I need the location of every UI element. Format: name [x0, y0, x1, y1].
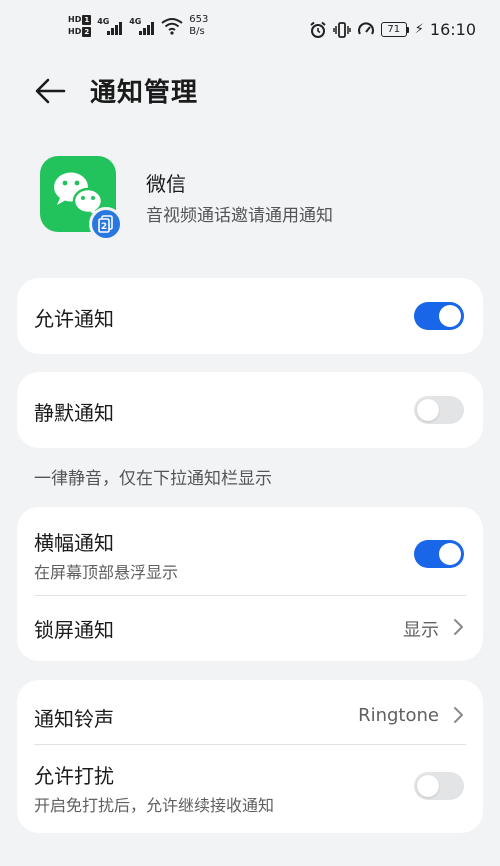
hd-number-1: 1 [82, 15, 92, 25]
network-speed: 653 B/s [189, 14, 208, 38]
hd-label-1: HD [68, 15, 82, 24]
banner-notifications-row[interactable]: 横幅通知 在屏幕顶部悬浮显示 [17, 507, 483, 595]
wifi-icon [161, 18, 183, 35]
silent-notifications-card: 静默通知 [17, 372, 483, 448]
header: 通知管理 [0, 62, 500, 120]
signal-icon-sim1: 4G [97, 15, 123, 37]
silent-notifications-note: 一律静音，仅在下拉通知栏显示 [34, 469, 272, 489]
app-description: 音视频通话邀请通用通知 [146, 206, 333, 226]
chevron-right-icon [454, 707, 463, 723]
battery-level: 71 [380, 22, 407, 37]
clock: 16:10 [429, 20, 476, 39]
clone-badge-number: 2 [101, 222, 107, 232]
allow-dnd-toggle[interactable] [414, 772, 464, 800]
lockscreen-notifications-row[interactable]: 锁屏通知 显示 [17, 596, 483, 661]
toggle-knob [439, 305, 461, 327]
app-name: 微信 [146, 172, 186, 196]
allow-notifications-row[interactable]: 允许通知 [17, 278, 483, 354]
app-info: 2 微信 音视频通话邀请通用通知 [0, 150, 500, 245]
toggle-knob [417, 775, 439, 797]
back-arrow-icon[interactable] [30, 74, 70, 108]
notification-ringtone-value: Ringtone [358, 705, 439, 726]
allow-notifications-card: 允许通知 [17, 278, 483, 354]
hd-indicator-1: HD 1 [68, 15, 92, 25]
alarm-icon [310, 21, 326, 38]
toggle-knob [439, 543, 461, 565]
chevron-right-icon [454, 619, 463, 635]
banner-notifications-toggle[interactable] [414, 540, 464, 568]
silent-notifications-row[interactable]: 静默通知 [17, 372, 483, 448]
network-speed-value: 653 [189, 14, 209, 25]
hd-number-2: 2 [82, 27, 92, 37]
allow-dnd-label: 允许打扰 [34, 764, 114, 788]
hd-indicators: HD 1 HD 2 [68, 15, 92, 37]
allow-dnd-sublabel: 开启免打扰后，允许继续接收通知 [34, 796, 275, 815]
sound-settings-card: 通知铃声 Ringtone 允许打扰 开启免打扰后，允许继续接收通知 [17, 680, 483, 833]
page-title: 通知管理 [90, 78, 199, 108]
status-bar-right: 71 ⚡ 16:10 [309, 20, 476, 39]
signal-icon-sim2: 4G [129, 15, 155, 37]
allow-notifications-toggle[interactable] [414, 302, 464, 330]
allow-notifications-label: 允许通知 [34, 307, 114, 331]
battery-icon: 71 [380, 22, 409, 37]
hd-label-2: HD [68, 27, 82, 36]
notification-ringtone-row[interactable]: 通知铃声 Ringtone [17, 680, 483, 744]
app-clone-badge: 2 [89, 207, 123, 241]
lockscreen-notifications-value: 显示 [403, 620, 439, 641]
performance-icon [357, 21, 374, 35]
notification-ringtone-label: 通知铃声 [34, 707, 114, 731]
toggle-knob [417, 399, 439, 421]
silent-notifications-toggle[interactable] [414, 396, 464, 424]
display-settings-card: 横幅通知 在屏幕顶部悬浮显示 锁屏通知 显示 [17, 507, 483, 661]
silent-notifications-label: 静默通知 [34, 401, 114, 425]
banner-notifications-sublabel: 在屏幕顶部悬浮显示 [34, 563, 179, 582]
lockscreen-notifications-label: 锁屏通知 [34, 618, 114, 642]
banner-notifications-label: 横幅通知 [34, 531, 114, 555]
vibrate-icon [333, 21, 351, 38]
status-bar-left: HD 1 HD 2 4G 4G 653 B/s [68, 14, 208, 38]
hd-indicator-2: HD 2 [68, 27, 92, 37]
allow-dnd-row[interactable]: 允许打扰 开启免打扰后，允许继续接收通知 [17, 745, 483, 833]
charging-icon: ⚡ [414, 22, 424, 37]
network-speed-unit: B/s [189, 26, 205, 37]
status-bar: HD 1 HD 2 4G 4G 653 B/s 71 ⚡ 16:10 [0, 0, 500, 62]
